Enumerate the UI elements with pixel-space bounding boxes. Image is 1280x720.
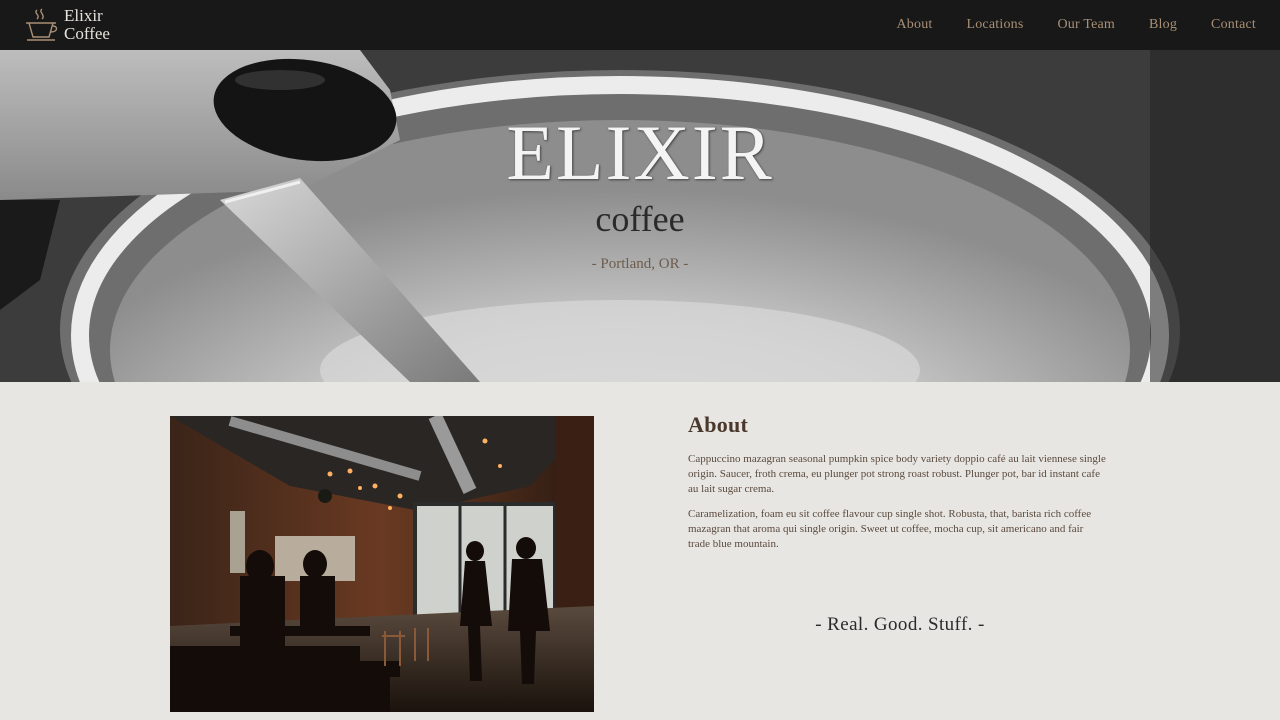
- brand-logo-link[interactable]: Elixir Coffee: [24, 7, 110, 43]
- hero-subtitle: coffee: [595, 199, 685, 239]
- main-nav: About Locations Our Team Blog Contact: [862, 17, 1256, 33]
- hero-location: - Portland, OR -: [591, 256, 689, 272]
- brand-name-line2: Coffee: [64, 24, 110, 43]
- nav-link-our-team[interactable]: Our Team: [1058, 17, 1116, 33]
- cafe-interior-photo: [170, 416, 594, 712]
- about-text-block: About Cappuccino mazagran seasonal pumpk…: [688, 412, 1108, 562]
- navbar: Elixir Coffee About Locations Our Team B…: [0, 0, 1280, 50]
- about-section: About Cappuccino mazagran seasonal pumpk…: [0, 382, 1280, 720]
- cafe-interior-image: [170, 416, 594, 712]
- about-heading: About: [688, 412, 749, 437]
- brand-name: Elixir Coffee: [64, 7, 110, 43]
- coffee-cup-icon: [26, 8, 58, 41]
- brand-name-line1: Elixir: [64, 6, 103, 25]
- tagline: - Real. Good. Stuff. -: [815, 614, 985, 635]
- about-paragraph-2: Caramelization, foam eu sit coffee flavo…: [688, 508, 1092, 550]
- nav-link-blog[interactable]: Blog: [1149, 17, 1177, 33]
- hero-title: ELIXIR: [506, 109, 774, 196]
- nav-link-locations[interactable]: Locations: [966, 17, 1023, 33]
- about-paragraph-1: Cappuccino mazagran seasonal pumpkin spi…: [688, 453, 1106, 495]
- nav-link-contact[interactable]: Contact: [1211, 17, 1256, 33]
- nav-link-about[interactable]: About: [896, 17, 932, 33]
- hero-banner: ELIXIR coffee - Portland, OR -: [0, 50, 1280, 382]
